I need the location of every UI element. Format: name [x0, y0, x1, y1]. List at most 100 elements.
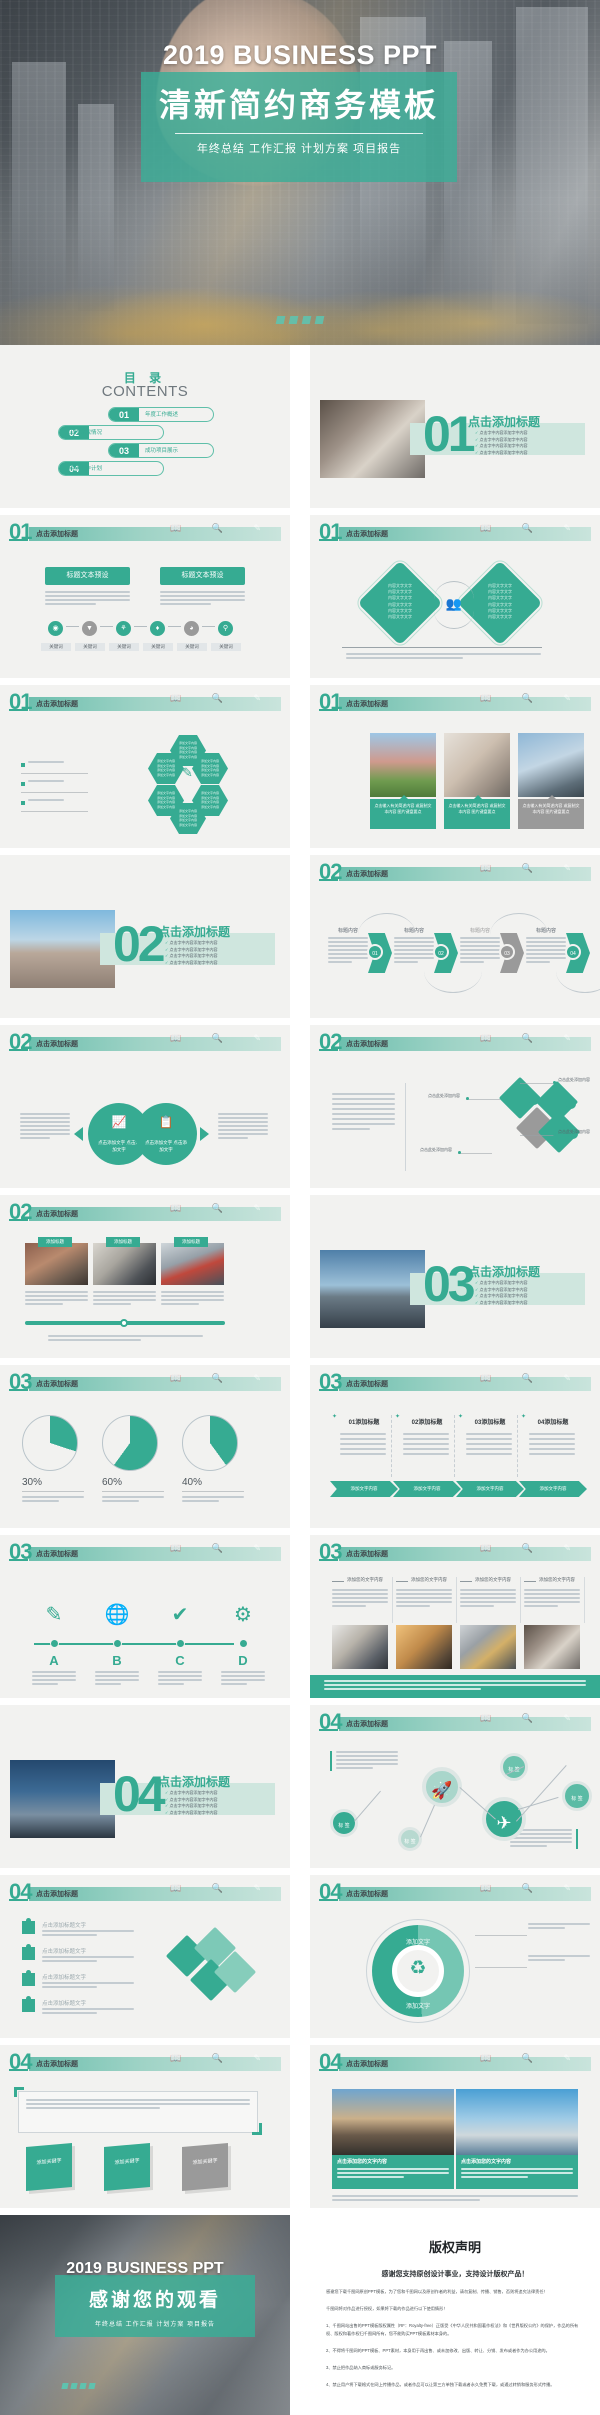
slide-s12-pies: 📖 🔍 ✎ 03 点击添加标题 30% 60% 40%	[0, 1365, 290, 1528]
hex-text-line: 添加文字内容	[178, 822, 197, 827]
slide-header: 📖 🔍 ✎ 03 点击添加标题	[319, 1371, 591, 1393]
slide-header: 📖 🔍 ✎ 03 点击添加标题	[9, 1371, 281, 1393]
photo4-arrow-0	[332, 1581, 344, 1582]
slide-header-tick	[9, 2069, 28, 2071]
text-line	[161, 1303, 199, 1305]
photo4-divider-2	[520, 1577, 521, 1623]
showcase-photo-1	[93, 1243, 156, 1285]
text-line	[332, 1128, 370, 1130]
contents-item-02[interactable]: 02 工作完成情况	[58, 425, 164, 440]
slide-s20-cards: 📖 🔍 ✎ 04 点击添加标题 添加关键字 添加关键字 添加关键字	[0, 2045, 290, 2208]
divider-bullet: 点击字中内容添加字中内容	[475, 1300, 575, 1307]
text-lines	[25, 1291, 88, 1305]
photo4-divider-1	[456, 1577, 457, 1623]
feature-circle-label-0: 点击添加文字 点击添加文字	[98, 1140, 140, 1153]
showcase-desc-0	[25, 1291, 88, 1307]
puzzle-leader-dot-0	[553, 1081, 556, 1084]
column-arrow-0: 添加文字内容	[330, 1481, 398, 1497]
slide-s13-columns: 📖 🔍 ✎ 03 点击添加标题 ✦ 01添加标题 添加文字内容 ✦ 02添加标题 添加文字内容 ✦…	[310, 1365, 600, 1528]
cover-slide: 2019 BUSINESS PPT 清新简约商务模板 年终总结 工作汇报 计划方…	[0, 0, 600, 345]
text-lines	[182, 1496, 244, 1502]
text-line	[460, 941, 500, 943]
duo-caption-head-0: 点击添加您的文字内容	[337, 2159, 388, 2165]
diamond-footer-text	[346, 653, 541, 661]
slide-header-tick	[9, 1219, 28, 1221]
text-line	[32, 1675, 76, 1677]
text-line	[332, 2195, 578, 2197]
photo4-image-1	[396, 1625, 452, 1669]
slide-title: 点击添加标题	[346, 1381, 388, 1388]
contents-item-04[interactable]: 04 明年工作计划	[58, 461, 164, 476]
donut-label-top: 添加文字	[405, 1940, 430, 1946]
keyword-icon-5: ⚲	[218, 621, 233, 636]
contents-item-01[interactable]: 01 年度工作概述	[108, 407, 214, 422]
text-line	[526, 957, 566, 959]
keyword-icon-3: ♦	[150, 621, 165, 636]
column-arrow-2: 添加文字内容	[456, 1481, 524, 1497]
step-badge-1: 02	[433, 944, 449, 960]
column-line	[529, 1453, 575, 1455]
ending-title-cn: 感谢您的观看	[88, 2290, 221, 2311]
globe-icon: 🌐	[104, 1604, 130, 1626]
hex-bullet-marker	[21, 782, 25, 786]
header-doodle-icons: 📖 🔍 ✎	[170, 1883, 275, 1893]
text-line	[332, 1597, 388, 1599]
slide-header-tick	[9, 1899, 28, 1901]
text-line	[510, 1841, 572, 1843]
text-line	[95, 1683, 121, 1685]
text-line	[93, 1295, 156, 1297]
slide-row: 📖 🔍 ✎ 01 点击添加标题 标题文本预设 标题文本预设 ◉ 关键词 ▼ 关键词 ⚘ 关键词 ♦ 关键…	[0, 515, 600, 685]
text-line	[328, 941, 368, 943]
column-line	[529, 1438, 575, 1440]
text-line	[528, 1955, 590, 1957]
text-lines	[48, 1335, 203, 1341]
pie-value-1: 60%	[102, 1477, 123, 1488]
icons-desc-2	[158, 1671, 202, 1687]
cover-dot-marks	[275, 316, 325, 325]
slide-header: 📖 🔍 ✎ 04 点击添加标题	[319, 2051, 591, 2073]
hex-cell-text: 添加文字内容 添加文字内容 添加文字内容 添加文字内容	[198, 791, 222, 809]
network-node-1: 标 签	[398, 1827, 422, 1851]
photo-caption-0: 点击输入有关简述内容 或复制文本内容 图片键盘要点	[370, 799, 436, 829]
text-line	[328, 961, 352, 963]
divider-bullets: 点击字中内容添加字中内容点击字中内容添加字中内容点击字中内容添加字中内容点击字中…	[475, 430, 575, 456]
step-title-1: 标题内容	[403, 928, 424, 934]
column-line	[340, 1448, 386, 1450]
column-line	[340, 1438, 386, 1440]
contents-item-03[interactable]: 03 成功项目展示	[108, 443, 214, 458]
slide-s05-photos3: 📖 🔍 ✎ 01 点击添加标题 点击输入有关简述内容 或复制文本内容 图片键盘要点 点击…	[310, 685, 600, 848]
column-line	[403, 1438, 449, 1440]
gear-icon: ⚙	[234, 1604, 252, 1626]
card-2: 添加关键字	[182, 2142, 228, 2192]
text-line	[346, 657, 463, 659]
text-line	[20, 1129, 70, 1131]
photo4-divider-3	[584, 1577, 585, 1623]
hex-text-line: 添加文字内容	[200, 759, 219, 763]
photo4-image-3	[524, 1625, 580, 1669]
slide-s06-sec2: 📖 🔍 ✎02点击添加标题02点击添加标题点击字中内容添加字中内容点击字中内容添…	[0, 855, 290, 1018]
slide-header-tick	[9, 1049, 28, 1051]
slide-header: 📖 🔍 ✎ 04 点击添加标题	[319, 1711, 591, 1733]
hex-text-line: 添加文字内容	[156, 791, 175, 795]
text-line	[332, 1098, 395, 1100]
slide-header-tick	[319, 1049, 338, 1051]
pie-desc-2	[182, 1496, 244, 1504]
column-line	[403, 1448, 449, 1450]
pie-underline-2	[182, 1491, 244, 1492]
preset-desc	[45, 591, 130, 607]
column-line	[529, 1443, 575, 1445]
step-badge-3: 04	[565, 944, 581, 960]
puzzle-vertical-rule	[405, 1083, 406, 1171]
divider-bullet: 点击字中内容添加字中内容	[165, 1790, 265, 1797]
text-line	[460, 945, 500, 947]
text-lines	[346, 653, 541, 659]
slide-header-tick	[319, 1899, 338, 1901]
text-line	[396, 1605, 430, 1607]
header-doodle-icons: 📖 🔍 ✎	[170, 1543, 275, 1553]
slide-title: 点击添加标题	[36, 2061, 78, 2068]
text-line	[48, 1339, 141, 1341]
text-line	[22, 1500, 59, 1502]
text-line	[461, 2168, 573, 2170]
puzzlelist-desc-3	[42, 2008, 134, 2016]
column-divider-2	[517, 1415, 518, 1477]
